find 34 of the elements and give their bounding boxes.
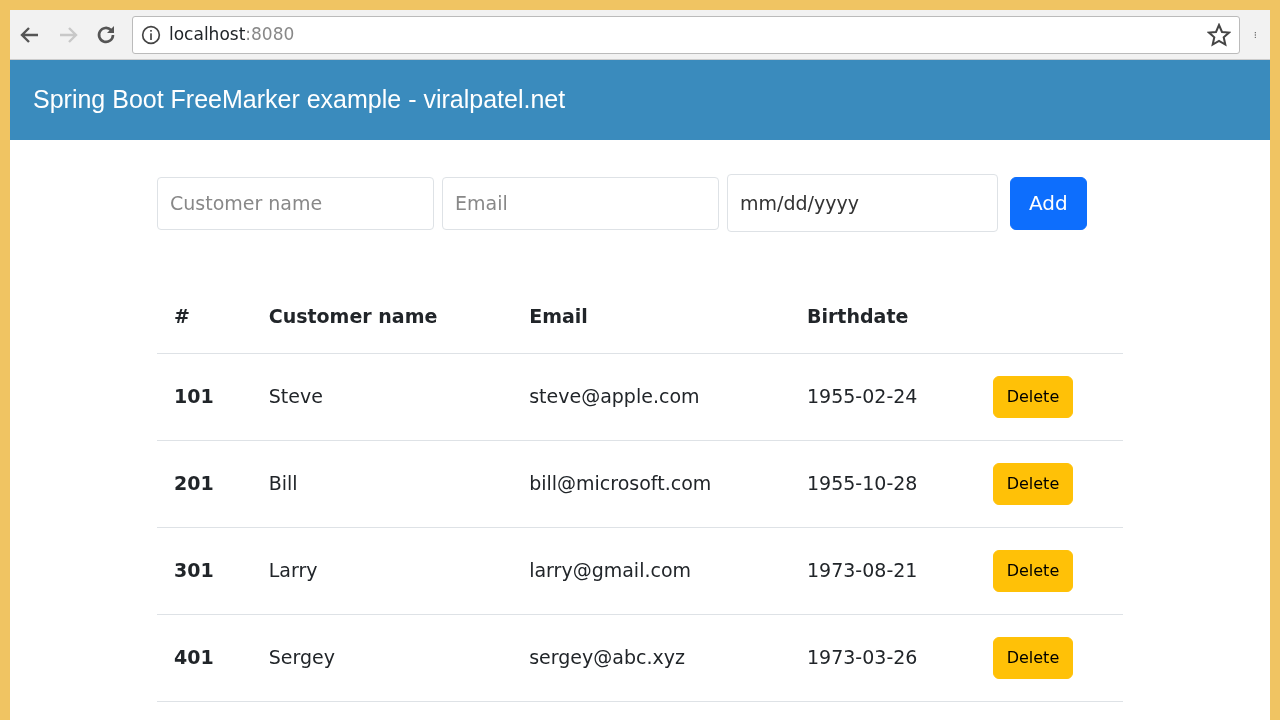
table-cell: 201 bbox=[157, 440, 252, 527]
table-cell: 101 bbox=[157, 353, 252, 440]
table-cell: larry@gmail.com bbox=[512, 527, 790, 614]
table-cell: 1955-02-24 bbox=[790, 353, 976, 440]
column-header: Birthdate bbox=[790, 280, 976, 353]
column-header: Customer name bbox=[251, 280, 513, 353]
table-cell: sergey@abc.xyz bbox=[512, 614, 790, 701]
star-icon[interactable] bbox=[1207, 22, 1231, 47]
table-cell: 401 bbox=[157, 614, 252, 701]
info-icon[interactable] bbox=[141, 24, 161, 45]
table-cell: 1973-08-21 bbox=[790, 527, 976, 614]
column-header: # bbox=[157, 280, 252, 353]
table-cell: 1955-10-28 bbox=[790, 440, 976, 527]
address-bar[interactable]: localhost:8080 bbox=[132, 15, 1240, 54]
table-cell: 301 bbox=[157, 527, 252, 614]
table-cell: Steve bbox=[251, 353, 513, 440]
table-cell: bill@microsoft.com bbox=[512, 440, 790, 527]
delete-button[interactable]: Delete bbox=[992, 549, 1074, 592]
table-cell: Sergey bbox=[251, 614, 513, 701]
navbar-title: Spring Boot FreeMarker example - viralpatel.net bbox=[33, 84, 566, 116]
table-cell: Larry bbox=[251, 527, 513, 614]
url-host: localhost bbox=[169, 22, 246, 46]
input-field[interactable]: Customer name bbox=[157, 176, 434, 230]
delete-button[interactable]: Delete bbox=[992, 462, 1074, 505]
url-port: :8080 bbox=[245, 22, 295, 46]
delete-button[interactable]: Delete bbox=[992, 375, 1074, 418]
table-cell: steve@apple.com bbox=[512, 353, 790, 440]
add-button[interactable]: Add bbox=[1010, 176, 1087, 230]
table-cell: Bill bbox=[251, 440, 513, 527]
input-field[interactable]: Email bbox=[442, 176, 719, 230]
date-field[interactable]: mm/dd/yyyy bbox=[727, 174, 998, 232]
delete-button[interactable]: Delete bbox=[992, 636, 1074, 679]
table-cell: 1973-03-26 bbox=[790, 614, 976, 701]
column-header: Email bbox=[512, 280, 790, 353]
